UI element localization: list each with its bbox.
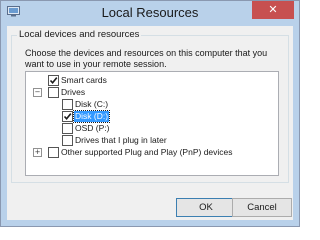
- tree-item-label: Drives: [61, 87, 86, 97]
- close-button[interactable]: ✕: [252, 1, 294, 19]
- tree-item-drives-later[interactable]: Drives that I plug in later: [26, 135, 276, 146]
- checkbox-disk-c[interactable]: [62, 99, 73, 110]
- dialog-window: Local Resources ✕ Local devices and reso…: [0, 0, 300, 227]
- tree-item-drives[interactable]: − Drives: [26, 87, 276, 98]
- tree-item-disk-d[interactable]: Disk (D:): [26, 110, 276, 123]
- device-tree[interactable]: Smart cards − Drives Disk (C:) Disk (D:): [25, 71, 279, 176]
- expand-icon[interactable]: +: [33, 148, 42, 157]
- tree-item-label-selected: Disk (D:): [72, 110, 111, 123]
- checkmark-icon: [63, 113, 72, 121]
- ok-button[interactable]: OK: [176, 198, 236, 217]
- checkbox-pnp-devices[interactable]: [48, 147, 59, 158]
- tree-item-smart-cards[interactable]: Smart cards: [26, 75, 276, 86]
- group-legend: Local devices and resources: [17, 29, 142, 40]
- tree-item-disk-c[interactable]: Disk (C:): [26, 99, 276, 110]
- dialog-client-area: Local devices and resources Choose the d…: [7, 26, 293, 220]
- checkbox-disk-d[interactable]: [62, 111, 73, 122]
- checkmark-icon: [49, 77, 58, 85]
- tree-item-label: Disk (C:): [75, 99, 109, 109]
- checkbox-osd-p[interactable]: [62, 123, 73, 134]
- group-description: Choose the devices and resources on this…: [25, 48, 268, 69]
- title-bar[interactable]: Local Resources ✕: [1, 1, 299, 25]
- checkbox-drives[interactable]: [48, 87, 59, 98]
- checkbox-drives-later[interactable]: [62, 135, 73, 146]
- tree-item-label: Smart cards: [61, 75, 107, 85]
- tree-item-label: OSD (P:): [75, 123, 110, 133]
- tree-item-label: Other supported Plug and Play (PnP) devi…: [61, 147, 233, 157]
- tree-item-label: Drives that I plug in later: [75, 135, 167, 145]
- close-icon: ✕: [268, 3, 278, 16]
- tree-item-pnp-devices[interactable]: + Other supported Plug and Play (PnP) de…: [26, 147, 276, 158]
- collapse-icon[interactable]: −: [33, 88, 42, 97]
- tree-item-osd-p[interactable]: OSD (P:): [26, 123, 276, 134]
- checkbox-smart-cards[interactable]: [48, 75, 59, 86]
- cancel-button[interactable]: Cancel: [232, 198, 292, 217]
